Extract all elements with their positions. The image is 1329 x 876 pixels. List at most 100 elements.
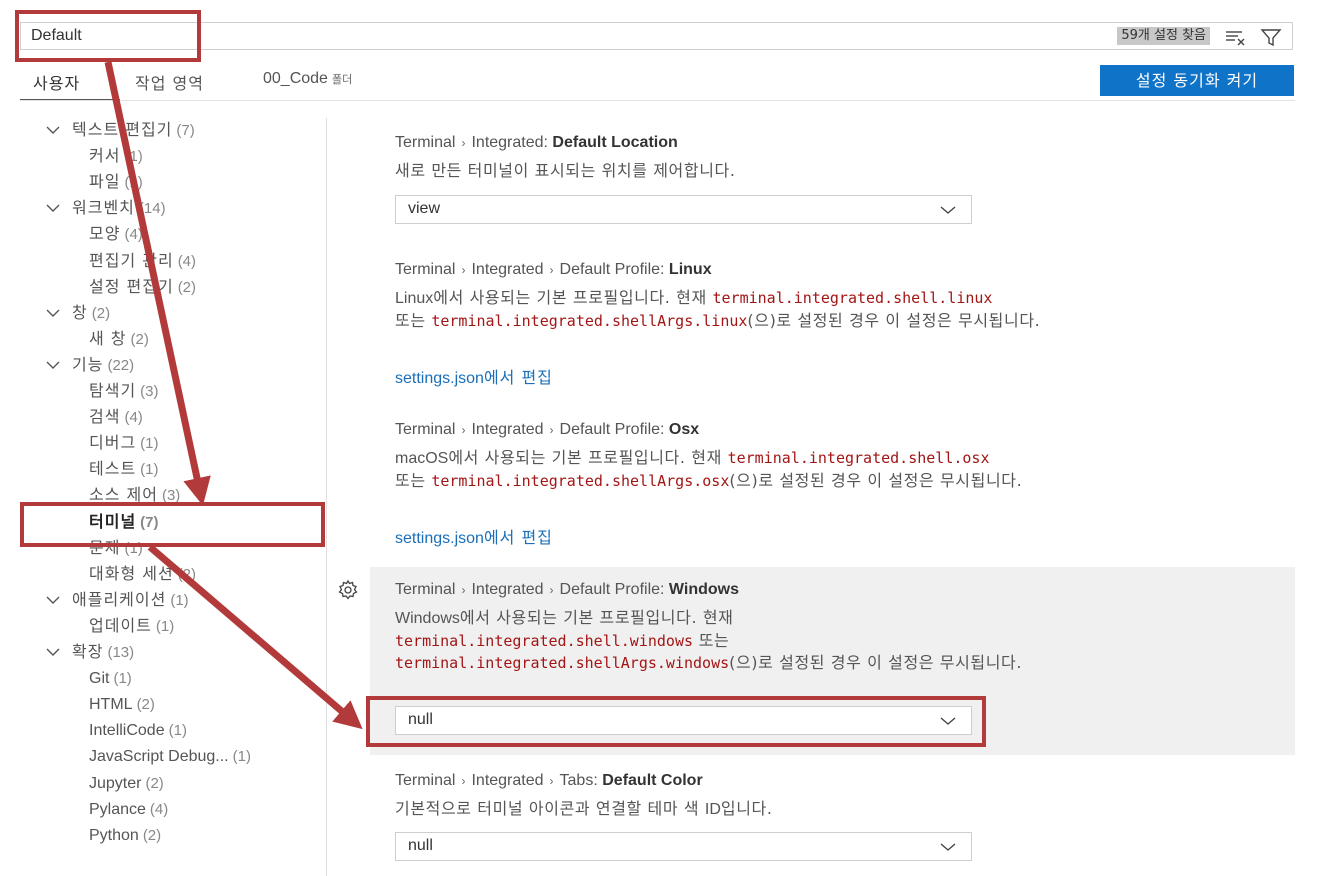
edit-in-settings-json-link[interactable]: settings.json에서 편집 <box>395 364 553 388</box>
desc-part: 에서 사용되는 기본 프로필입니다. 현재 <box>433 288 713 307</box>
link-part: 에서 편집 <box>483 528 553 547</box>
result-count-badge: 59개 설정 찾음 <box>1117 27 1210 45</box>
setting-group: Integrated <box>471 772 544 789</box>
toc-item-label: JavaScript Debug... <box>89 748 229 766</box>
toc-item-count: (1) <box>140 461 159 479</box>
setting-title-tabs-default-color: Terminal › Integrated › Tabs: Default Color <box>395 772 703 789</box>
toc-item[interactable]: 파일 (1) <box>89 170 143 194</box>
toc-item[interactable]: Pylance (4) <box>89 797 168 821</box>
toc-item-label: 모양 <box>89 224 121 244</box>
toc-item[interactable]: 업데이트 (1) <box>89 614 174 638</box>
toc-item-count: (2) <box>130 330 149 348</box>
toc-item[interactable]: 테스트 (1) <box>89 457 159 481</box>
desc-part: 에서 사용되는 기본 프로필입니다. 현재 <box>459 608 734 627</box>
setting-sub: Default Profile: <box>559 261 665 278</box>
toc-item-label: 확장 <box>72 642 104 661</box>
toc-item-count: (1) <box>124 148 143 166</box>
toc-item[interactable]: 애플리케이션 (1) <box>72 588 189 612</box>
tab-workspace[interactable]: 작업 영역 <box>135 70 204 94</box>
chevron-down-icon[interactable] <box>44 301 62 325</box>
clear-filter-icon[interactable] <box>1224 26 1246 48</box>
toc-item[interactable]: 확장 (13) <box>72 640 134 664</box>
desc-part: 에서 사용되는 기본 프로필입니다. 현재 <box>448 448 728 467</box>
toc-item-count: (4) <box>177 252 197 270</box>
toc-item-count: (4) <box>149 800 169 818</box>
tab-user[interactable]: 사용자 <box>33 70 80 94</box>
toc-item[interactable]: Jupyter (2) <box>89 771 164 795</box>
toc-item[interactable]: 설정 편집기 (2) <box>89 275 196 299</box>
toc-item-count: (1) <box>113 670 132 688</box>
setting-desc-tabs-default-color: 기본적으로 터미널 아이콘과 연결할 테마 색 ID입니다. <box>395 798 1275 821</box>
tab-folder-suffix: 폴더 <box>331 73 353 86</box>
toc-item[interactable]: Python (2) <box>89 823 161 847</box>
tabs-default-color-select[interactable]: null <box>395 832 972 861</box>
toc-item[interactable]: 텍스트 편집기 (7) <box>72 118 195 142</box>
toc-item-count: (2) <box>136 696 155 714</box>
toc-item-label: 기능 <box>72 354 104 374</box>
toc-item[interactable]: 새 창 (2) <box>89 327 149 351</box>
annotation-box-search <box>15 10 201 62</box>
link-part: 에서 편집 <box>483 368 553 387</box>
toc-item[interactable]: 창 (2) <box>72 301 110 325</box>
toc-item-count: (4) <box>124 226 143 244</box>
toc-item[interactable]: 기능 (22) <box>72 353 134 377</box>
desc-part: 또는 <box>395 471 432 490</box>
edit-in-settings-json-link[interactable]: settings.json에서 편집 <box>395 524 553 548</box>
chevron-down-icon[interactable] <box>44 118 62 142</box>
desc-part: 입니다. <box>720 799 773 818</box>
tab-folder[interactable]: 00_Code 폴더 <box>263 70 352 88</box>
toc-item[interactable]: 모양 (4) <box>89 222 143 246</box>
toc-item-count: (1) <box>170 591 189 609</box>
desc-part: 또는 <box>693 631 730 650</box>
toc-item[interactable]: 탐색기 (3) <box>89 379 159 403</box>
desc-part: ID <box>704 801 721 818</box>
setting-title-profile-linux: Terminal › Integrated › Default Profile: Lin… <box>395 261 712 278</box>
toc-item[interactable]: 디버그 (1) <box>89 431 159 455</box>
setting-sub: Default Profile: <box>559 421 665 438</box>
chevron-down-icon[interactable] <box>44 353 62 377</box>
toc-item[interactable]: HTML (2) <box>89 692 155 716</box>
toc-item[interactable]: 워크벤치 (14) <box>72 196 166 220</box>
toc-item[interactable]: 편집기 관리 (4) <box>89 249 196 273</box>
toc-item[interactable]: IntelliCode (1) <box>89 718 187 742</box>
gear-icon[interactable] <box>336 578 360 602</box>
chevron-down-icon[interactable] <box>44 588 62 612</box>
desc-part: (으)로 설정된 경우 이 설정은 무시됩니다. <box>747 311 1041 330</box>
toc-item[interactable]: 커서 (1) <box>89 144 143 168</box>
toc-item-label: 새 창 <box>89 328 127 348</box>
setting-name: Osx <box>668 421 700 438</box>
annotation-box-terminal <box>20 502 325 547</box>
toc-item[interactable]: Git (1) <box>89 666 132 690</box>
toc-item-label: 탐색기 <box>89 381 137 400</box>
toc-item[interactable]: 검색 (4) <box>89 405 143 429</box>
setting-group: Integrated <box>471 421 544 438</box>
setting-group: Integrated <box>471 261 544 278</box>
setting-name: Default Color <box>602 772 703 789</box>
tabs-divider <box>20 100 1295 101</box>
setting-prefix: Terminal <box>395 581 456 598</box>
chevron-down-icon[interactable] <box>44 640 62 664</box>
settings-sync-button[interactable]: 설정 동기화 켜기 <box>1100 65 1294 96</box>
toc-item-label: 대화형 세션 <box>89 563 174 583</box>
toc-item-count: (2) <box>142 826 162 844</box>
setting-desc-profile-linux: Linux에서 사용되는 기본 프로필입니다. 현재 terminal.inte… <box>395 287 1275 332</box>
toc-item-count: (2) <box>177 565 197 583</box>
toc-item-count: (1) <box>124 174 143 192</box>
chevron-down-icon[interactable] <box>44 196 62 220</box>
toc-item-label: 테스트 <box>89 459 137 479</box>
setting-prefix: Terminal <box>395 421 456 438</box>
setting-name: Linux <box>668 261 712 278</box>
toc-divider <box>326 118 327 876</box>
toc-item-label: 커서 <box>89 146 121 166</box>
setting-title-default-location: Terminal › Integrated: Default Location <box>395 134 678 151</box>
toc-item[interactable]: 대화형 세션 (2) <box>89 562 196 586</box>
filter-icon[interactable] <box>1260 26 1282 48</box>
toc-item-count: (4) <box>124 409 143 427</box>
toc-item[interactable]: JavaScript Debug... (1) <box>89 744 251 768</box>
toc-item-count: (1) <box>232 748 251 766</box>
chevron-down-icon <box>940 843 956 851</box>
default-location-select[interactable]: view <box>395 195 972 224</box>
search-box[interactable]: 59개 설정 찾음 <box>20 22 1293 50</box>
toc-item-label: 편집기 관리 <box>89 250 174 270</box>
setting-sub: Default Profile: <box>559 581 665 598</box>
